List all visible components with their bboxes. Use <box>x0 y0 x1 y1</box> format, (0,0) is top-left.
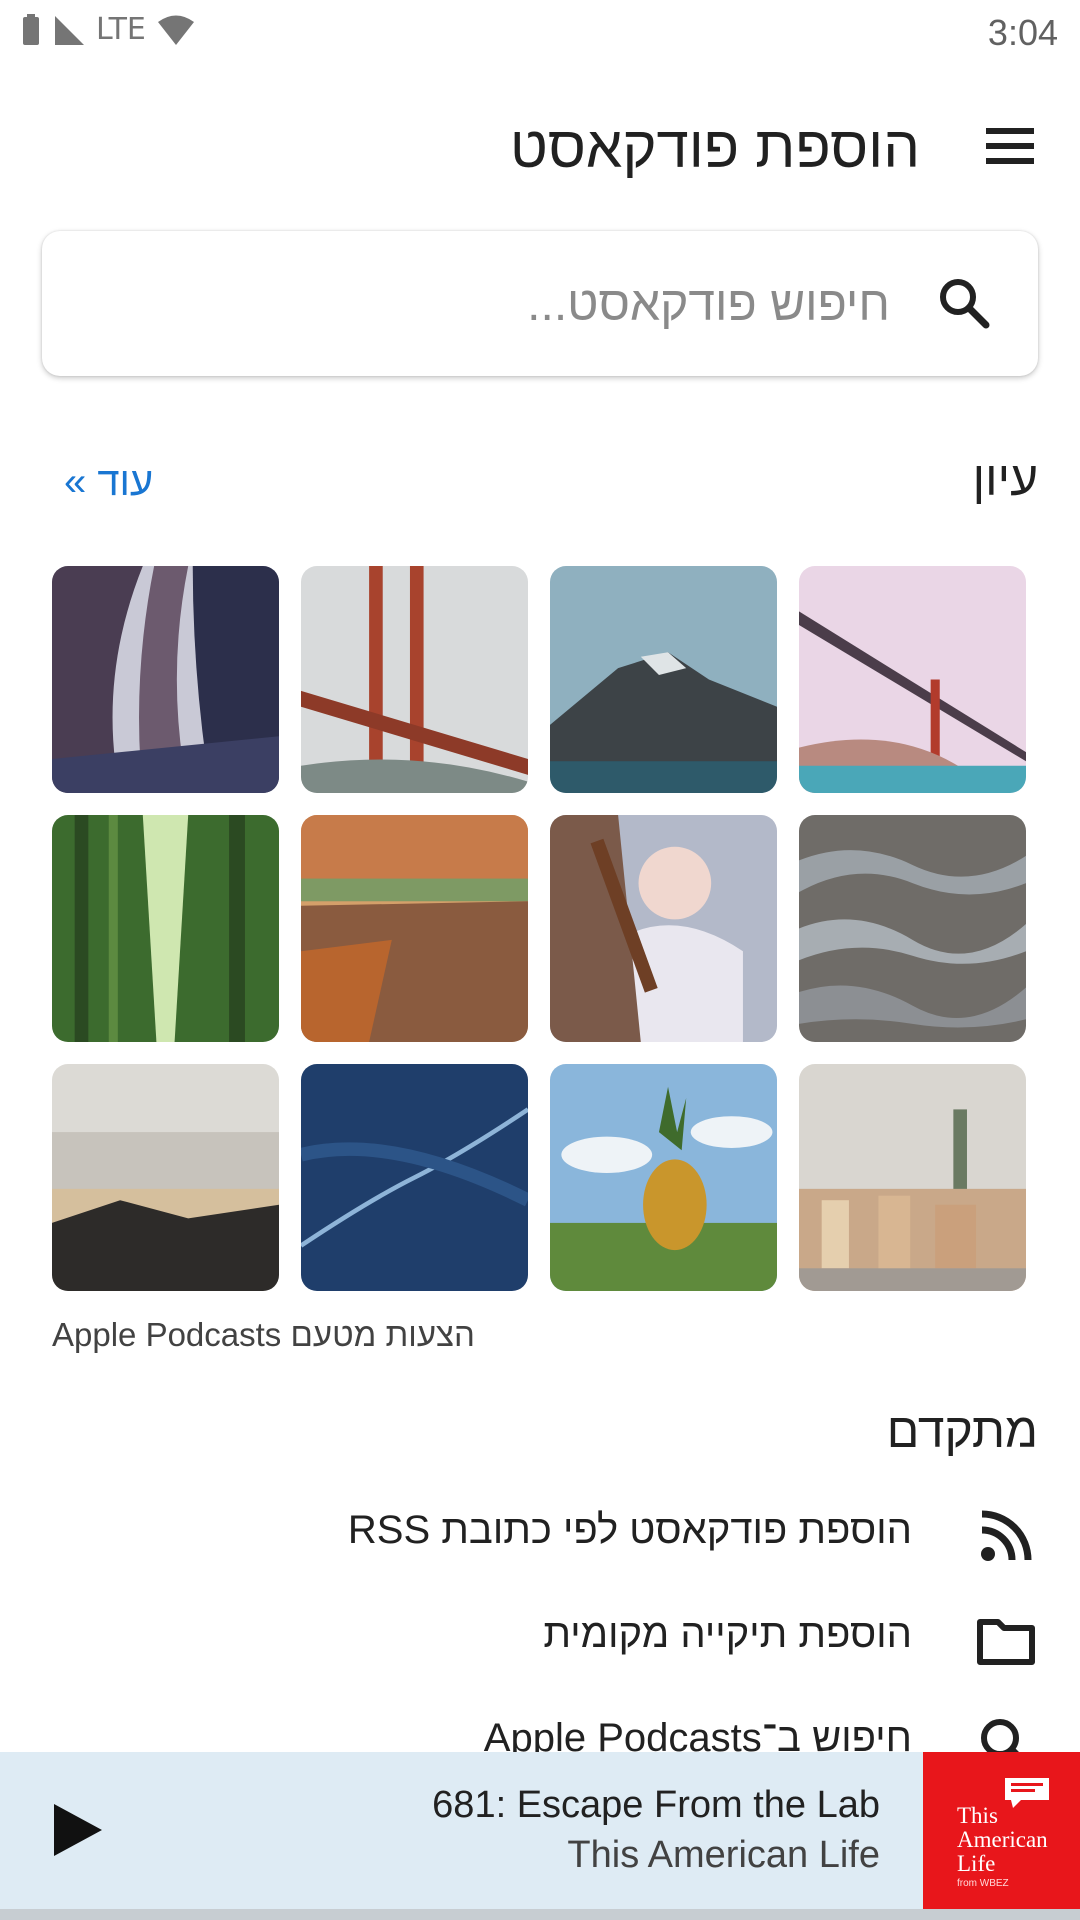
suggestions-caption: הצעות מטעם Apple Podcasts <box>52 1316 475 1353</box>
tile-water-ripples[interactable] <box>799 815 1026 1042</box>
tile-library-shelves[interactable] <box>52 566 279 793</box>
progress-track <box>0 1909 1080 1920</box>
add-local-folder-item[interactable]: הוספת תיקייה מקומית <box>42 1598 1038 1688</box>
tile-rocky-beach[interactable] <box>52 1064 279 1291</box>
search-box[interactable]: חיפוש פודקאסט... <box>42 231 1038 376</box>
cell-signal-icon <box>55 15 84 45</box>
tile-stockholm-city[interactable] <box>799 1064 1026 1291</box>
episode-title: 681: Escape From the Lab <box>432 1784 880 1826</box>
podcast-artwork[interactable]: This American Life from WBEZ <box>923 1752 1080 1909</box>
folder-icon <box>977 1619 1035 1665</box>
artwork-subtext: from WBEZ <box>957 1878 1009 1889</box>
tile-bamboo-forest[interactable] <box>52 815 279 1042</box>
artwork-text: This American Life <box>957 1803 1048 1876</box>
play-icon[interactable] <box>44 1798 108 1862</box>
advanced-title: מתקדם <box>886 1405 1038 1458</box>
toolbar: הוספת פודקאסט <box>0 90 1080 210</box>
mini-player[interactable]: 681: Escape From the Lab This American L… <box>0 1752 1080 1909</box>
discover-title: עיון <box>972 453 1038 506</box>
rss-icon <box>981 1510 1032 1561</box>
add-rss-item[interactable]: הוספת פודקאסט לפי כתובת RSS <box>42 1494 1038 1584</box>
tile-ocean-wave[interactable] <box>301 1064 528 1291</box>
tile-mountain-lake[interactable] <box>550 566 777 793</box>
tile-golden-gate-bay[interactable] <box>799 566 1026 793</box>
tile-golden-gate-fog[interactable] <box>301 566 528 793</box>
search-icon[interactable] <box>936 275 992 331</box>
podcast-grid <box>52 566 1028 1294</box>
clock: 3:04 <box>987 12 1058 53</box>
network-type: LTE <box>96 12 146 47</box>
wifi-icon <box>157 15 194 45</box>
tile-autumn-path[interactable] <box>301 815 528 1042</box>
add-local-folder-label: הוספת תיקייה מקומית <box>543 1612 912 1656</box>
tile-baby[interactable] <box>550 815 777 1042</box>
show-title: This American Life <box>567 1834 880 1876</box>
battery-icon <box>23 13 39 45</box>
menu-icon[interactable] <box>982 118 1038 174</box>
more-link[interactable]: עוד » <box>64 460 153 505</box>
tile-pineapple-field[interactable] <box>550 1064 777 1291</box>
search-input[interactable]: חיפוש פודקאסט... <box>527 277 890 332</box>
add-rss-label: הוספת פודקאסט לפי כתובת RSS <box>347 1508 912 1552</box>
page-title: הוספת פודקאסט <box>510 115 920 180</box>
status-bar: LTE 3:04 <box>0 0 1080 62</box>
